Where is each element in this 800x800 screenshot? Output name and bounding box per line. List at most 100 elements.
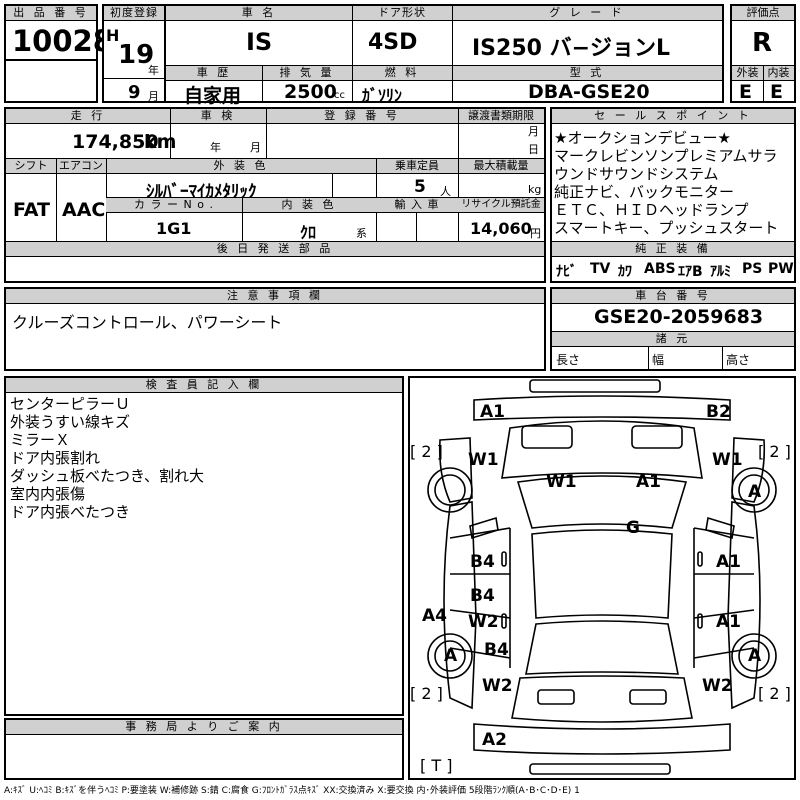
history-label: 車 歴 <box>166 66 262 81</box>
equip-8: PW <box>768 261 794 277</box>
ext-label: 外装 <box>732 66 763 81</box>
dims-label: 諸 元 <box>552 332 794 347</box>
displacement-value: 2500 <box>284 81 337 103</box>
equip-6: ｱﾙﾐ <box>710 264 731 280</box>
interior-value: ｸﾛ <box>300 223 317 242</box>
later-label: 後 日 発 送 部 品 <box>6 242 544 257</box>
mark-b2-front: B2 <box>706 402 731 422</box>
load-unit: kg <box>528 183 542 196</box>
fuel-label: 燃 料 <box>352 66 452 81</box>
dims-length: 長さ <box>556 353 581 367</box>
colorno-value: 1G1 <box>156 219 192 238</box>
recycle-unit: 円 <box>530 227 541 240</box>
displacement-unit: cc <box>334 90 345 101</box>
lot-box: 出 品 番 号 10028 <box>4 4 113 61</box>
inspector-line-1: センターピラーＵ <box>10 395 131 413</box>
reg-month-unit: 月 <box>148 90 159 103</box>
mileage-unit: km <box>144 131 177 153</box>
reg-year-unit: 年 <box>148 64 159 77</box>
bracket-t: [ T ] <box>420 756 453 775</box>
colorno-label: カ ラ ー N o . <box>106 198 242 213</box>
sales-line-1: ★オークションデビュー★ <box>554 129 731 147</box>
bracket-2-rl: [ 2 ] <box>410 684 443 703</box>
history-value: 自家用 <box>184 85 242 107</box>
recycle-value: 14,060 <box>470 219 532 238</box>
int-label: 内装 <box>763 66 794 81</box>
bracket-2-rr: [ 2 ] <box>758 684 791 703</box>
equip-label: 純 正 装 備 <box>552 242 794 257</box>
inspector-line-7: ドア内張べたつき <box>10 503 131 521</box>
notes-value: クルーズコントロール、パワーシート <box>12 313 283 332</box>
inspector-line-3: ミラーＸ <box>10 431 71 449</box>
transfer-label: 譲渡書類期限 <box>458 109 544 124</box>
mark-a1-right-front-door: A1 <box>716 552 741 572</box>
capacity-label: 乗車定員 <box>376 159 458 174</box>
chassis-label: 車 台 番 号 <box>552 289 794 304</box>
legend: A:ｷｽﾞ U:ﾍｺﾐ B:ｷｽﾞを伴うﾍｺﾐ P:要塗装 W:補修跡 S:錆 … <box>4 786 580 796</box>
mark-a-wheel-rr: A <box>748 646 762 666</box>
mileage-label: 走 行 <box>6 109 170 124</box>
dims-height: 高さ <box>726 353 751 367</box>
office-label: 事 務 局 よ り ご 案 内 <box>6 720 402 735</box>
exterior-label: 外 装 色 <box>106 159 376 174</box>
ext-value: E <box>739 81 752 103</box>
equip-7: PS <box>742 261 763 277</box>
sales-line-5: ＥＴＣ、ＨＩＤヘッドランプ <box>554 201 749 219</box>
car-diagram: A1 B2 W1 W1 A W1 A1 G B4 A1 B4 W2 A1 A4 … <box>408 376 796 780</box>
lot-extra-box <box>4 59 98 103</box>
regno-label: 登 録 番 号 <box>266 109 458 124</box>
transfer-month-unit: 月 <box>528 125 539 138</box>
equip-1: ﾅﾋﾞ <box>556 264 577 280</box>
inspector-box: 検 査 員 記 入 欄 センターピラーＵ 外装うすい線キズ ミラーＸ ドア内張割… <box>4 376 404 716</box>
mark-b4-left-rear-door: B4 <box>470 586 495 606</box>
mark-g-glass: G <box>626 518 640 538</box>
model-value: DBA-GSE20 <box>528 81 650 103</box>
equip-4: ABS <box>644 261 676 277</box>
transfer-day-unit: 日 <box>528 143 539 156</box>
fuel-value: ｶﾞｿﾘﾝ <box>362 86 403 105</box>
recycle-label: リサイクル預託金 <box>458 198 544 213</box>
mark-a1-front: A1 <box>480 402 505 422</box>
mark-w2-right-rear: W2 <box>702 676 733 696</box>
equip-2: TV <box>590 261 611 277</box>
dims-width: 幅 <box>652 353 665 367</box>
notes-box: 注 意 事 項 欄 クルーズコントロール、パワーシート <box>4 287 546 371</box>
sales-line-2: マークレビンソンプレミアムサラ <box>554 147 778 165</box>
car-outline <box>427 379 777 775</box>
shift-value: FAT <box>13 199 50 221</box>
bracket-2-fr: [ 2 ] <box>758 442 791 461</box>
equip-3: ｶﾜ <box>618 264 632 280</box>
interior-label: 内 装 色 <box>242 198 376 213</box>
mark-a4-left-side: A4 <box>422 606 447 626</box>
score-label: 評価点 <box>732 6 794 21</box>
sales-line-3: ウンドサウンドシステム <box>554 165 719 183</box>
sales-box: セ ー ル ス ポ イ ン ト ★オークションデビュー★ マークレビンソンプレミ… <box>550 107 796 283</box>
sales-label: セ ー ル ス ポ イ ン ト <box>552 109 794 124</box>
ac-value: AAC <box>62 199 106 221</box>
inspection-month-unit: 月 <box>250 141 261 154</box>
lot-label: 出 品 番 号 <box>6 6 96 21</box>
mark-a-wheel-rl: A <box>444 646 458 666</box>
main-box: 車 名 ドア形状 グ レ ー ド IS 4SD IS250 バ−ジョンL 車 歴… <box>164 4 724 107</box>
car-label: 車 名 <box>166 6 352 21</box>
inspector-line-4: ドア内張割れ <box>10 449 101 467</box>
int-value: E <box>770 81 783 103</box>
displacement-label: 排 気 量 <box>262 66 352 81</box>
score-value: R <box>752 28 773 58</box>
mark-b4-left-front-door: B4 <box>470 552 495 572</box>
inspector-line-5: ダッシュ板べたつき、割れ大 <box>10 467 204 485</box>
mark-a-wheel-fr: A <box>748 482 762 502</box>
interior-unit: 系 <box>356 227 367 240</box>
mark-w1-hood: W1 <box>546 472 577 492</box>
inspector-line-6: 室内内張傷 <box>10 485 86 503</box>
equip-5: ｴｱB <box>678 264 703 280</box>
sales-line-6: スマートキー、プッシュスタート <box>554 219 779 237</box>
door-label: ドア形状 <box>352 6 452 21</box>
inspection-year-unit: 年 <box>210 141 221 154</box>
grade-label: グ レ ー ド <box>452 6 722 21</box>
mark-w1-left: W1 <box>468 450 499 470</box>
mark-a1-hood: A1 <box>636 472 661 492</box>
inspector-line-2: 外装うすい線キズ <box>10 413 131 431</box>
mark-w1-right: W1 <box>712 450 743 470</box>
notes-label: 注 意 事 項 欄 <box>6 289 544 304</box>
